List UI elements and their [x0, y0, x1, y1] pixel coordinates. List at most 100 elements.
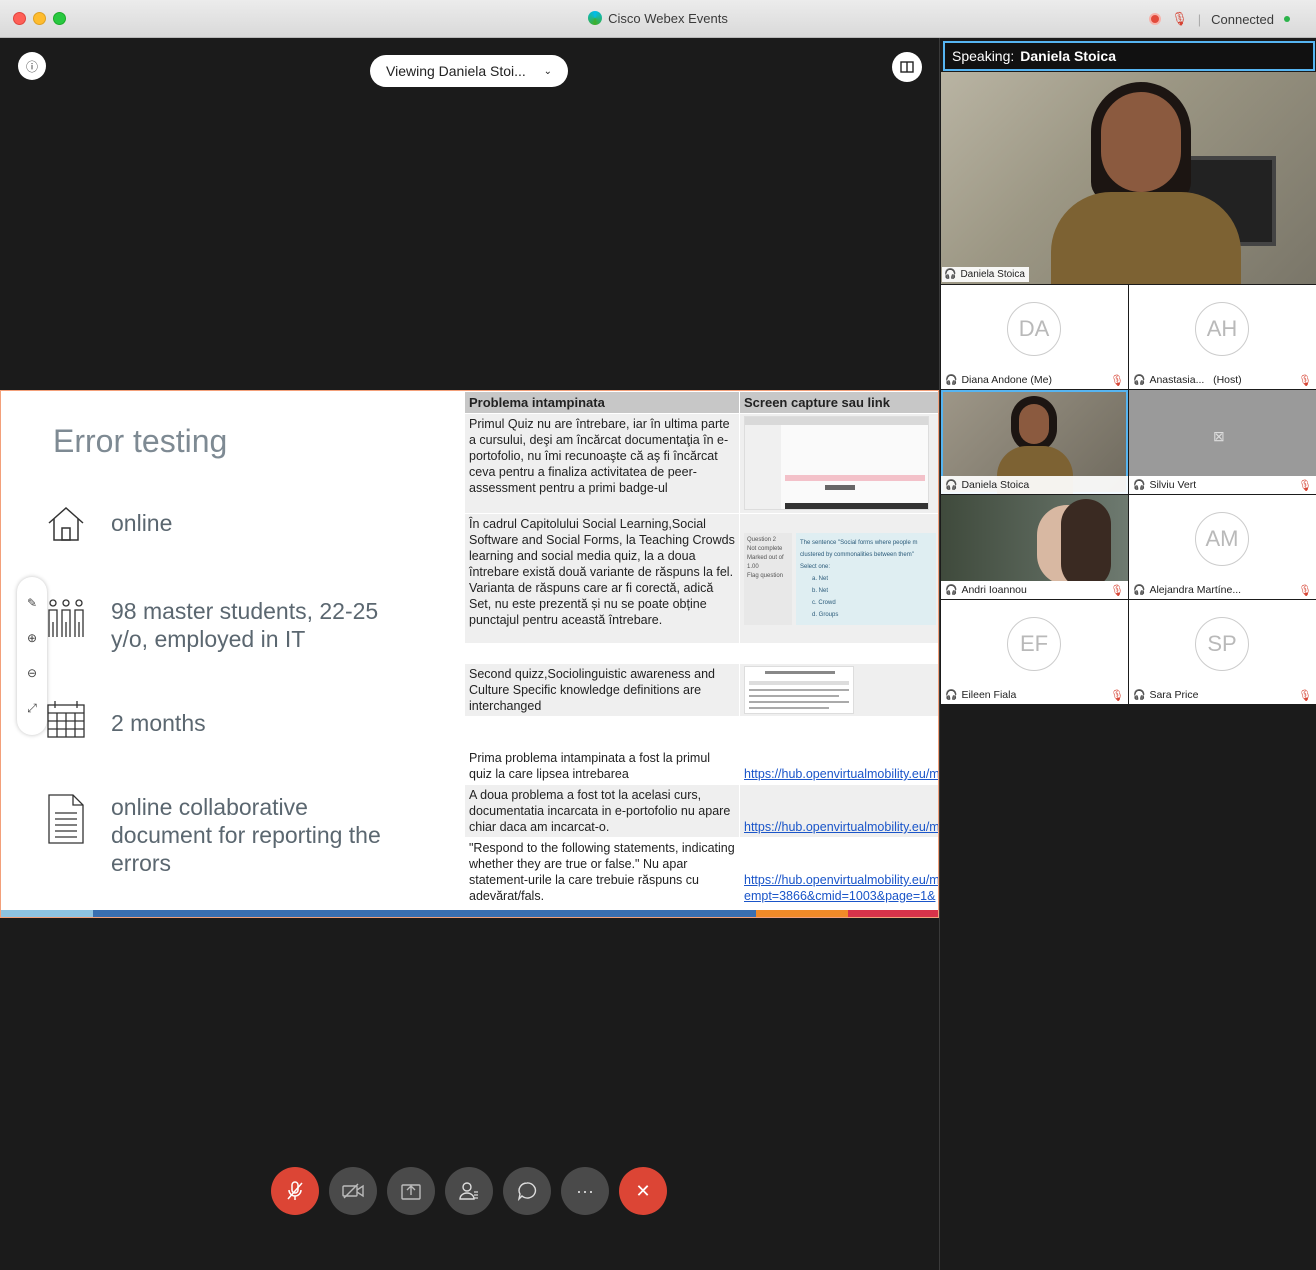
screenshot-thumbnail: [744, 666, 854, 714]
participant-name: Eileen Fiala: [961, 689, 1017, 701]
participant-tile[interactable]: 🎧 Andri Ioannou 🎙: [941, 495, 1128, 599]
active-speaker-video[interactable]: 🎧 Daniela Stoica: [941, 72, 1316, 284]
participant-tile[interactable]: 🎧 Daniela Stoica: [941, 390, 1128, 494]
participant-tile[interactable]: ⊠ 🎧 Silviu Vert 🎙: [1129, 390, 1316, 494]
table-cell-link[interactable]: https://hub.openvirtualmobility.eu/m: [739, 784, 938, 838]
participant-suffix: (Host): [1213, 374, 1242, 386]
people-icon: [48, 599, 84, 637]
table-cell-problem: "Respond to the following statements, in…: [464, 837, 740, 907]
mic-muted-icon: 🎙: [1110, 689, 1124, 702]
mic-muted-icon: 🎙: [1298, 374, 1312, 387]
table-cell-problem: A doua problema a fost tot la acelasi cu…: [464, 784, 740, 838]
participant-name: Daniela Stoica: [961, 479, 1030, 491]
table-row: Second quizz,Sociolinguistic awareness a…: [464, 663, 938, 717]
slide-item-text: 2 months: [111, 710, 206, 736]
slide-item-text: 98 master students, 22-25 y/o, employed …: [111, 598, 379, 652]
mic-muted-icon[interactable]: 🎙: [1171, 11, 1188, 27]
participant-tile[interactable]: AM 🎧 Alejandra Martíne... 🎙: [1129, 495, 1316, 599]
quiz-select-label: Select one:: [800, 563, 831, 570]
speaking-prefix: Speaking:: [952, 48, 1015, 64]
participant-tile[interactable]: SP 🎧 Sara Price 🎙: [1129, 600, 1316, 704]
camera-off-icon: ⊠: [1213, 428, 1225, 444]
connected-dot-icon: [1284, 16, 1290, 22]
slide-footer-bar: [1, 910, 938, 917]
participant-tile[interactable]: EF 🎧 Eileen Fiala 🎙: [941, 600, 1128, 704]
table-header: Screen capture sau link: [739, 391, 938, 414]
participant-label: 🎧 Anastasia... (Host) 🎙: [1129, 371, 1316, 389]
chevron-down-icon: ⌄: [543, 65, 552, 77]
quiz-card: The sentence "Social forms where people …: [796, 532, 936, 625]
video-person-face: [1019, 404, 1049, 444]
participants-icon: [459, 1182, 478, 1200]
table-cell-link[interactable]: https://hub.openvirtualmobility.eu/m empt…: [739, 837, 938, 907]
quiz-prompt: The sentence "Social forms where people …: [800, 539, 918, 558]
more-icon: ···: [576, 1180, 594, 1201]
participant-tile[interactable]: AH 🎧 Anastasia... (Host) 🎙: [1129, 285, 1316, 389]
video-person-hair: [1061, 499, 1111, 589]
viewing-dropdown[interactable]: Viewing Daniela Stoi... ⌄: [370, 55, 568, 87]
quiz-preview: Question 2 Not complete Marked out of 1.…: [744, 532, 938, 625]
participant-label: 🎧 Silviu Vert 🎙: [1129, 476, 1316, 494]
annotate-icon[interactable]: ✎: [27, 596, 37, 610]
link-line[interactable]: empt=3866&cmid=1003&page=1&: [744, 888, 938, 904]
video-button[interactable]: [329, 1167, 377, 1215]
table-row: A doua problema a fost tot la acelasi cu…: [464, 784, 938, 838]
viewing-label: Viewing Daniela Stoi...: [386, 63, 526, 79]
participant-label: 🎧 Alejandra Martíne... 🎙: [1129, 581, 1316, 599]
mic-muted-icon: 🎙: [1298, 584, 1312, 597]
document-icon: [48, 794, 84, 844]
share-icon: [401, 1184, 421, 1200]
mic-muted-icon: 🎙: [1298, 689, 1312, 702]
avatar: SP: [1195, 617, 1249, 671]
footer-segment: [1, 910, 93, 917]
headset-icon: 🎧: [945, 479, 958, 491]
mic-off-icon: [287, 1181, 303, 1200]
layout-icon[interactable]: [892, 52, 922, 82]
chat-button[interactable]: [503, 1167, 551, 1215]
headset-icon: 🎧: [945, 584, 958, 596]
headset-icon: 🎧: [944, 269, 957, 280]
participant-label: 🎧 Andri Ioannou 🎙: [941, 581, 1128, 599]
participant-name: Diana Andone: [961, 374, 1028, 386]
recording-icon[interactable]: [1149, 13, 1162, 25]
participants-video-panel: Speaking: Daniela Stoica 🎧 Daniela Stoica…: [939, 38, 1316, 1270]
screenshot-thumbnail: [744, 416, 929, 510]
video-person-face: [1101, 92, 1181, 192]
participant-tile[interactable]: DA 🎧 Diana Andone (Me) 🎙: [941, 285, 1128, 389]
zoom-in-icon[interactable]: ⊕: [27, 631, 37, 645]
mute-button[interactable]: [271, 1167, 319, 1215]
info-icon[interactable]: ⓘ: [18, 52, 46, 80]
calendar-icon: [47, 701, 85, 738]
slide-item-text: online collaborative document for report…: [111, 794, 381, 876]
participant-name: Sara Price: [1149, 689, 1199, 701]
table-cell-problem: Primul Quiz nu are întrebare, iar în ult…: [464, 413, 740, 514]
slide-item-duration: 2 months: [45, 699, 411, 741]
quiz-option: a. Net: [812, 575, 829, 582]
quiz-option: c. Crowd: [812, 599, 836, 606]
link-line[interactable]: https://hub.openvirtualmobility.eu/m: [744, 872, 938, 888]
table-header: Problema intampinata: [464, 391, 740, 414]
quiz-flag: Flag question: [747, 572, 784, 579]
table-row: [464, 643, 938, 664]
speaking-name: Daniela Stoica: [1020, 48, 1116, 64]
headset-icon: 🎧: [1133, 584, 1146, 596]
share-button[interactable]: [387, 1167, 435, 1215]
table-cell-link[interactable]: https://hub.openvirtualmobility.eu/m: [739, 716, 938, 785]
participant-name: Silviu Vert: [1149, 479, 1197, 491]
meeting-controls: ··· ✕: [271, 1167, 667, 1215]
table-row: "Respond to the following statements, in…: [464, 837, 938, 907]
more-button[interactable]: ···: [561, 1167, 609, 1215]
mic-muted-icon: 🎙: [1110, 374, 1124, 387]
participant-name: Alejandra Martíne...: [1149, 584, 1242, 596]
leave-button[interactable]: ✕: [619, 1167, 667, 1215]
footer-segment: [93, 910, 756, 917]
fit-screen-icon[interactable]: ⤢: [27, 701, 37, 716]
participants-button[interactable]: [445, 1167, 493, 1215]
home-icon: [48, 506, 84, 541]
shared-slide: Error testing online 98 master students,…: [0, 390, 939, 918]
headset-icon: 🎧: [945, 374, 958, 386]
table-cell-problem: În cadrul Capitolului Social Learning,So…: [464, 513, 740, 644]
footer-segment: [848, 910, 938, 917]
zoom-out-icon[interactable]: ⊖: [27, 666, 37, 680]
headset-icon: 🎧: [1133, 374, 1146, 386]
